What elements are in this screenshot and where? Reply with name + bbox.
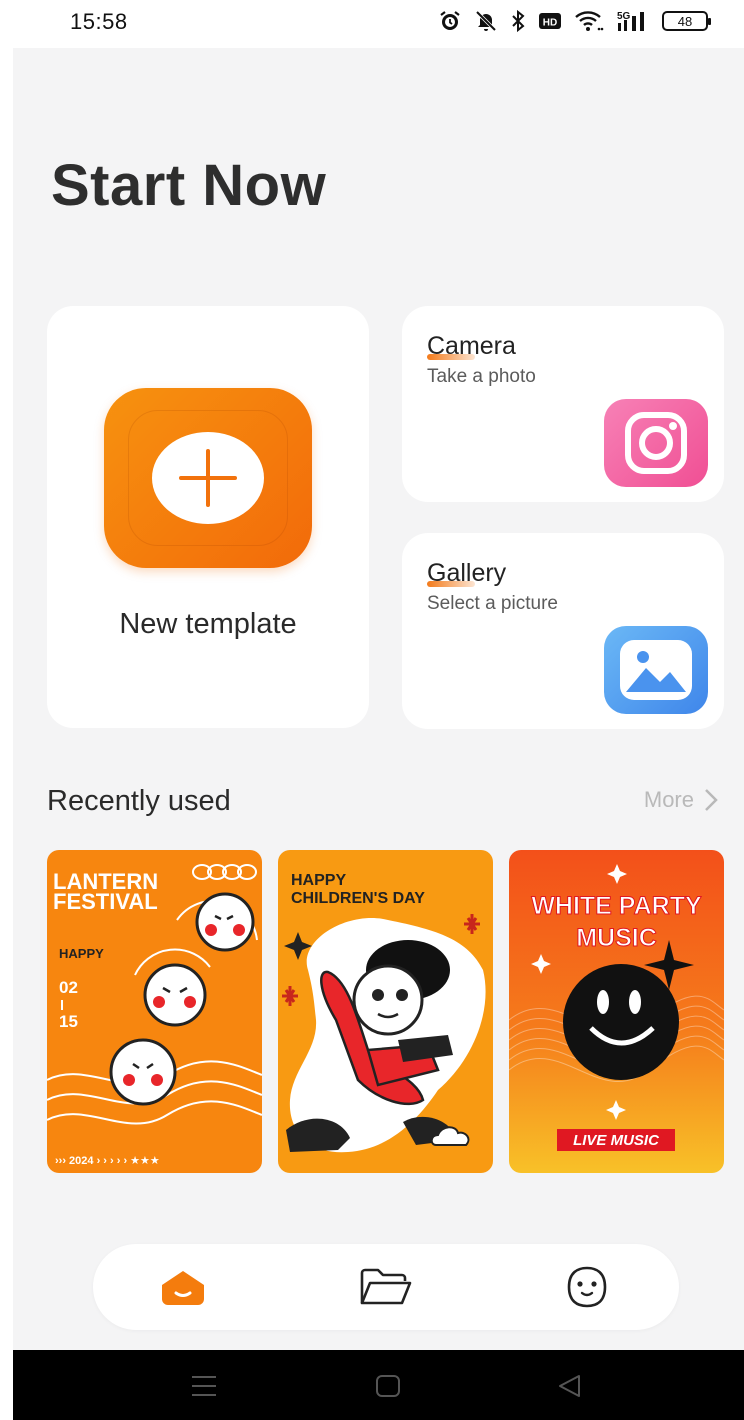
childrens-line1: HAPPY: [291, 872, 347, 889]
lantern-happy: HAPPY: [59, 946, 104, 961]
status-icons: HD 5G 48: [438, 8, 711, 34]
system-navigation-bar: [13, 1350, 744, 1420]
more-label: More: [643, 787, 694, 812]
camera-card[interactable]: Camera Take a photo: [402, 306, 724, 502]
wifi-icon: [574, 9, 604, 33]
party-line1: WHITE PARTY: [531, 892, 702, 921]
template-thumbnail-white-party[interactable]: WHITE PARTY MUSIC LIVE MUSIC: [509, 850, 724, 1173]
more-link[interactable]: More: [644, 787, 718, 813]
live-music-badge: LIVE MUSIC: [573, 1132, 659, 1149]
svg-text:HD: HD: [543, 18, 557, 29]
signal-icon: 5G: [616, 9, 650, 33]
bluetooth-icon: [510, 9, 526, 33]
menu-icon[interactable]: [189, 1372, 219, 1400]
gallery-subtitle: Select a picture: [427, 593, 558, 614]
party-line2: MUSIC: [576, 924, 658, 953]
tab-profile[interactable]: [559, 1262, 615, 1312]
gallery-title: Gallery: [427, 559, 507, 587]
page-title: Start Now: [51, 153, 327, 218]
lantern-line2: FESTIVAL: [53, 889, 158, 914]
alarm-icon: [438, 9, 462, 33]
recently-used-title: Recently used: [47, 785, 231, 817]
new-template-card[interactable]: New template: [47, 306, 369, 728]
hd-icon: HD: [538, 11, 562, 31]
battery-icon: 48: [662, 11, 711, 31]
gallery-card[interactable]: Gallery Select a picture: [402, 533, 724, 729]
camera-title: Camera: [427, 332, 516, 360]
folder-icon: [360, 1268, 412, 1305]
network-label: 5G: [617, 11, 631, 22]
app-screen: Start Now New template Camera Take a pho…: [13, 48, 744, 1350]
chevron-right-icon: [705, 789, 718, 811]
back-icon[interactable]: [555, 1372, 585, 1400]
childrens-line2: CHILDREN'S DAY: [291, 890, 425, 907]
new-template-label: New template: [119, 608, 297, 640]
camera-subtitle: Take a photo: [427, 366, 536, 387]
template-thumbnail-lantern[interactable]: LANTERN FESTIVAL HAPPY 02 15 ››› 2024 › …: [47, 850, 262, 1173]
tab-home[interactable]: [155, 1262, 211, 1312]
battery-level: 48: [677, 13, 693, 29]
home-square-icon[interactable]: [373, 1372, 403, 1400]
plus-icon: [104, 388, 312, 568]
status-time: 15:58: [70, 9, 128, 34]
mute-icon: [474, 9, 498, 33]
home-icon: [162, 1271, 204, 1305]
lantern-footer: ››› 2024 › › › › › ★★★: [55, 1155, 160, 1167]
lantern-month: 02: [59, 978, 78, 997]
bottom-tab-bar: [93, 1244, 679, 1330]
tab-files[interactable]: [358, 1262, 414, 1312]
camera-icon: [604, 399, 708, 487]
lantern-day: 15: [59, 1012, 78, 1031]
image-icon: [604, 626, 708, 714]
status-bar: 15:58 HD 5G 48: [0, 0, 744, 44]
template-thumbnail-childrens-day[interactable]: HAPPY CHILDREN'S DAY: [278, 850, 493, 1173]
face-icon: [567, 1266, 607, 1308]
